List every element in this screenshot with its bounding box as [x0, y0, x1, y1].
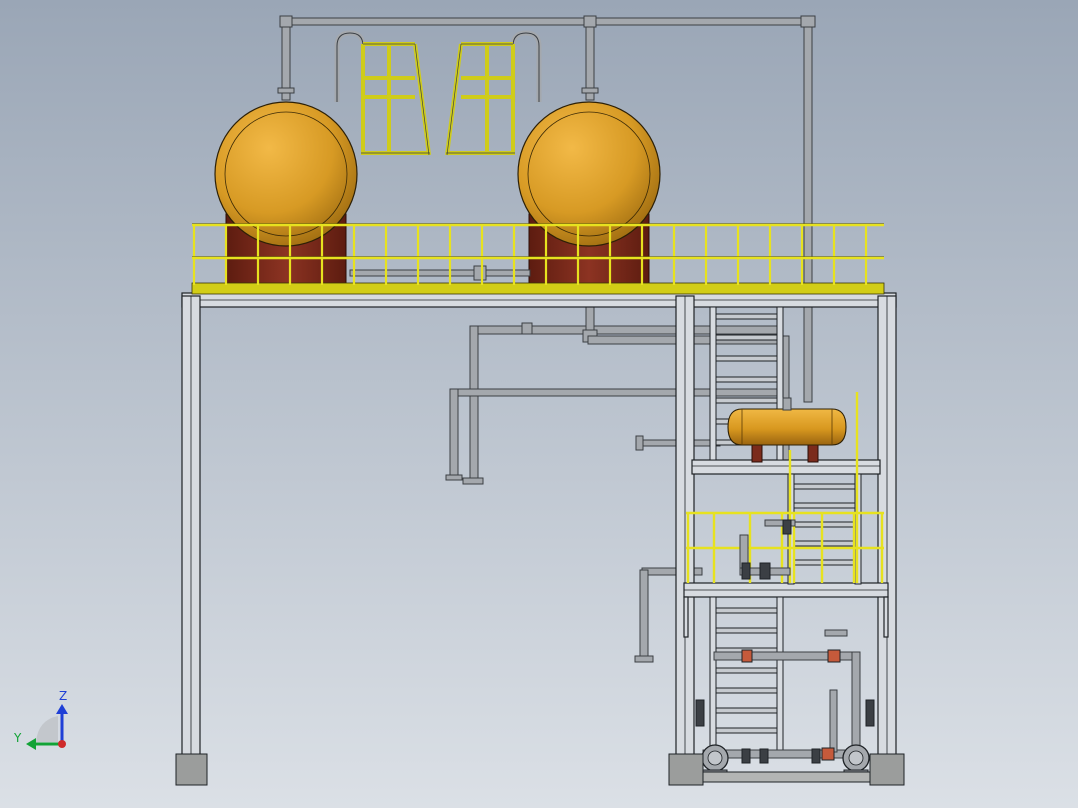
- foundation-left: [175, 753, 208, 786]
- background: [0, 0, 1078, 808]
- foundation-right: [869, 753, 905, 786]
- triad-z-label: Z: [59, 689, 67, 703]
- foundation-mid: [668, 753, 704, 786]
- platform-mid: [691, 459, 881, 475]
- cad-viewport[interactable]: Z Y: [0, 0, 1078, 808]
- triad-y-label: Y: [13, 731, 22, 745]
- skid-model-view: Z Y: [0, 0, 1078, 808]
